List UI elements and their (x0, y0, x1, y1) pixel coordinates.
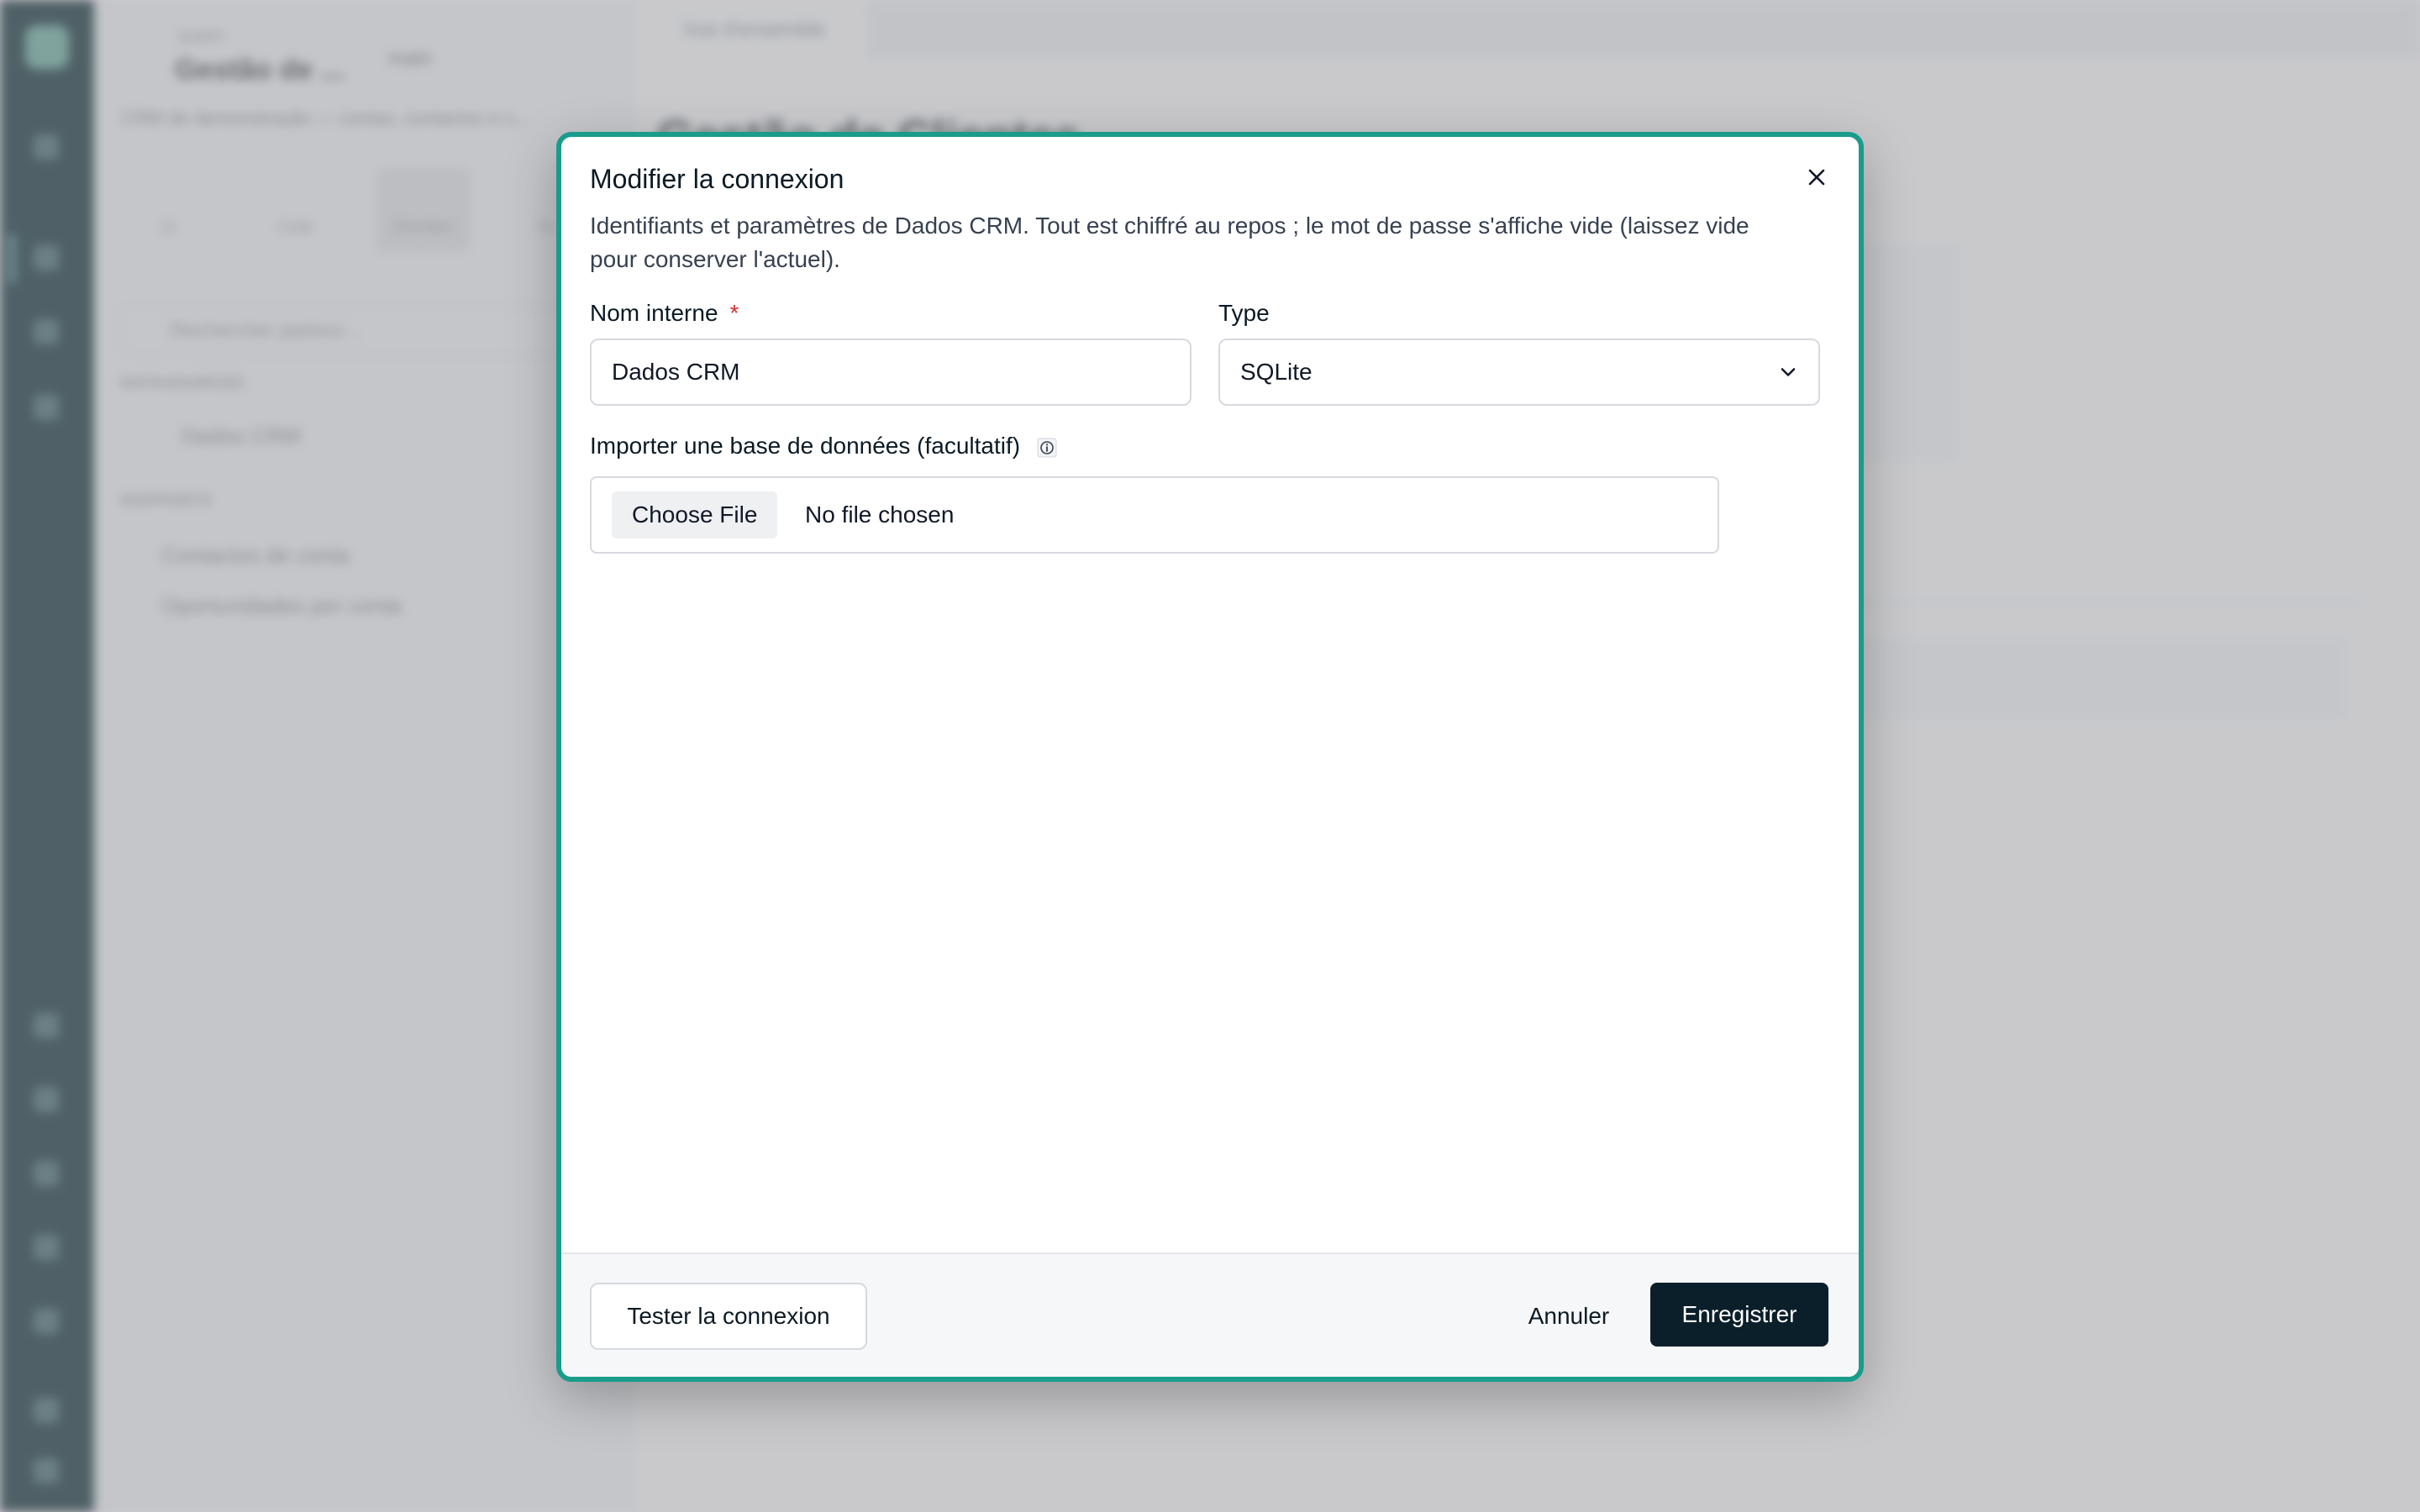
test-connection-button[interactable]: Tester la connexion (590, 1283, 867, 1350)
name-input-value: Dados CRM (612, 359, 740, 385)
dialog-title: Modifier la connexion (590, 164, 844, 194)
close-icon (1808, 169, 1825, 186)
name-label-text: Nom interne (590, 300, 718, 326)
type-select-value: SQLite (1240, 359, 1313, 385)
cancel-button[interactable]: Annuler (1514, 1283, 1623, 1350)
info-icon[interactable] (1037, 438, 1057, 458)
dialog-footer: Tester la connexion Annuler Enregistrer (561, 1252, 1859, 1377)
choose-file-button[interactable]: Choose File (612, 491, 778, 538)
file-input[interactable]: Choose File No file chosen (590, 476, 1719, 554)
name-field-label: Nom interne * (590, 300, 739, 327)
edit-connection-dialog: Modifier la connexion Identifiants et pa… (556, 132, 1864, 1382)
file-status: No file chosen (805, 501, 955, 528)
import-field-label: Importer une base de données (facultatif… (590, 433, 1057, 459)
type-field-label: Type (1218, 300, 1270, 326)
required-marker: * (729, 300, 739, 326)
close-button[interactable] (1802, 162, 1832, 192)
import-label-text: Importer une base de données (facultatif… (590, 433, 1021, 459)
dialog-description: Identifiants et paramètres de Dados CRM.… (590, 213, 1749, 272)
save-button[interactable]: Enregistrer (1650, 1283, 1828, 1347)
type-select[interactable]: SQLite (1218, 339, 1820, 406)
name-input[interactable]: Dados CRM (590, 339, 1192, 406)
chevron-down-icon (1781, 368, 1796, 376)
